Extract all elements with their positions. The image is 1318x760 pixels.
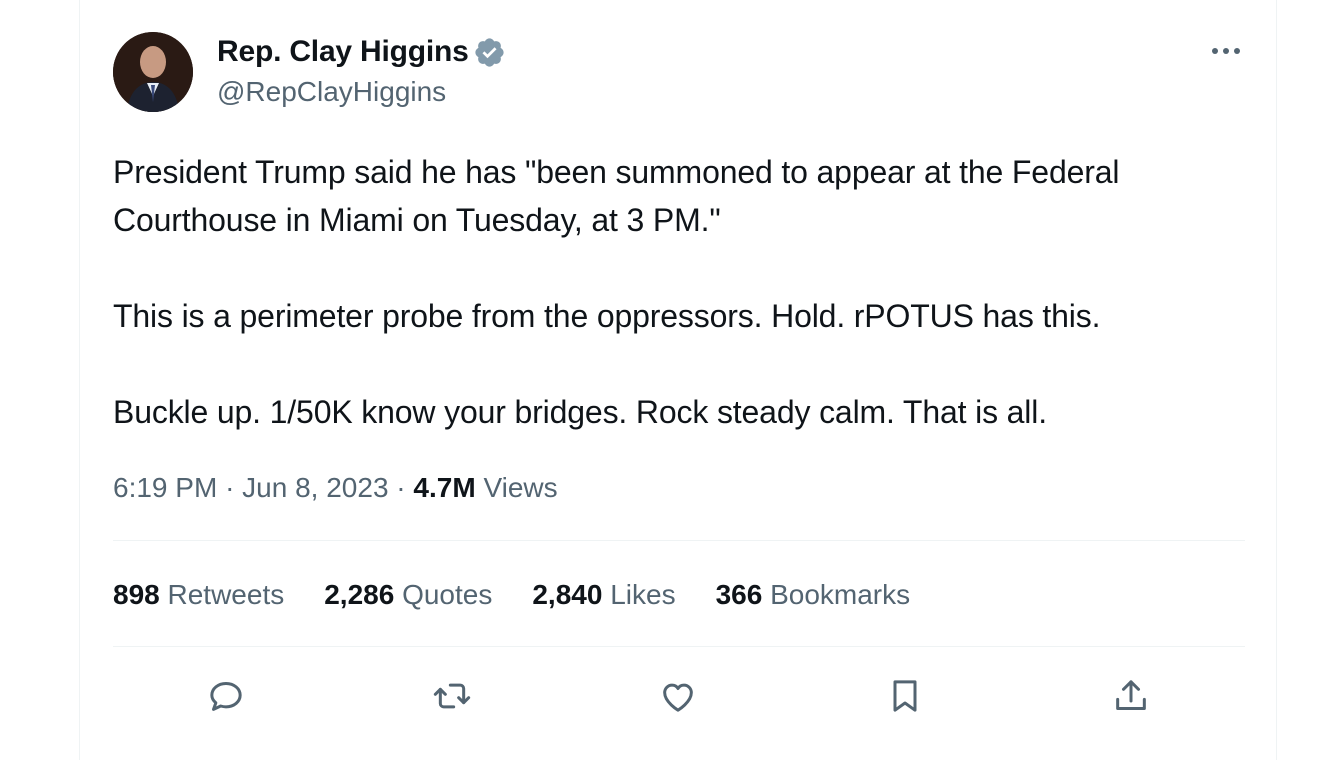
stat-count: 2,286 [324, 579, 395, 610]
stat-label: Retweets [167, 579, 285, 610]
reply-icon [210, 682, 242, 711]
stat-quotes[interactable]: 2,286 Quotes [324, 575, 492, 615]
tweet-paragraph: Buckle up. 1/50K know your bridges. Rock… [113, 394, 1047, 430]
tweet-text: President Trump said he has "been summon… [113, 148, 1243, 436]
stat-retweets[interactable]: 898 Retweets [113, 575, 284, 615]
stat-label: Likes [610, 579, 676, 610]
meta-separator: · [225, 472, 235, 503]
meta-separator: · [396, 472, 406, 503]
retweet-button[interactable] [428, 672, 476, 720]
tweet-card: Rep. Clay Higgins @RepClayHiggins Presid… [79, 0, 1277, 760]
views-count: 4.7M [413, 472, 476, 503]
user-handle[interactable]: @RepClayHiggins [217, 75, 446, 109]
like-button[interactable] [654, 672, 702, 720]
tweet-meta: 6:19 PM · Jun 8, 2023 · 4.7M Views [113, 468, 558, 508]
bookmark-icon [893, 680, 917, 712]
reply-button[interactable] [202, 672, 250, 720]
like-icon [663, 683, 693, 712]
avatar[interactable] [113, 32, 193, 112]
display-name[interactable]: Rep. Clay Higgins [217, 34, 469, 70]
engagement-stats: 898 Retweets 2,286 Quotes 2,840 Likes 36… [113, 575, 950, 615]
tweet-paragraph: This is a perimeter probe from the oppre… [113, 298, 1101, 334]
share-button[interactable] [1107, 672, 1155, 720]
retweet-icon [433, 683, 471, 709]
divider [113, 646, 1245, 647]
stat-count: 366 [715, 579, 763, 610]
stat-count: 2,840 [532, 579, 603, 610]
bookmark-button[interactable] [881, 672, 929, 720]
tweet-time[interactable]: 6:19 PM [113, 472, 217, 503]
stat-label: Bookmarks [770, 579, 911, 610]
divider [113, 540, 1245, 541]
tweet-date[interactable]: Jun 8, 2023 [242, 472, 388, 503]
stat-likes[interactable]: 2,840 Likes [532, 575, 675, 615]
views-label: Views [483, 472, 558, 503]
share-icon [1116, 680, 1146, 710]
stat-bookmarks[interactable]: 366 Bookmarks [716, 575, 911, 615]
stat-count: 898 [113, 579, 160, 610]
tweet-paragraph: President Trump said he has "been summon… [113, 154, 1120, 238]
more-icon[interactable] [1206, 36, 1246, 66]
verified-badge-icon [475, 38, 504, 67]
stat-label: Quotes [402, 579, 493, 610]
